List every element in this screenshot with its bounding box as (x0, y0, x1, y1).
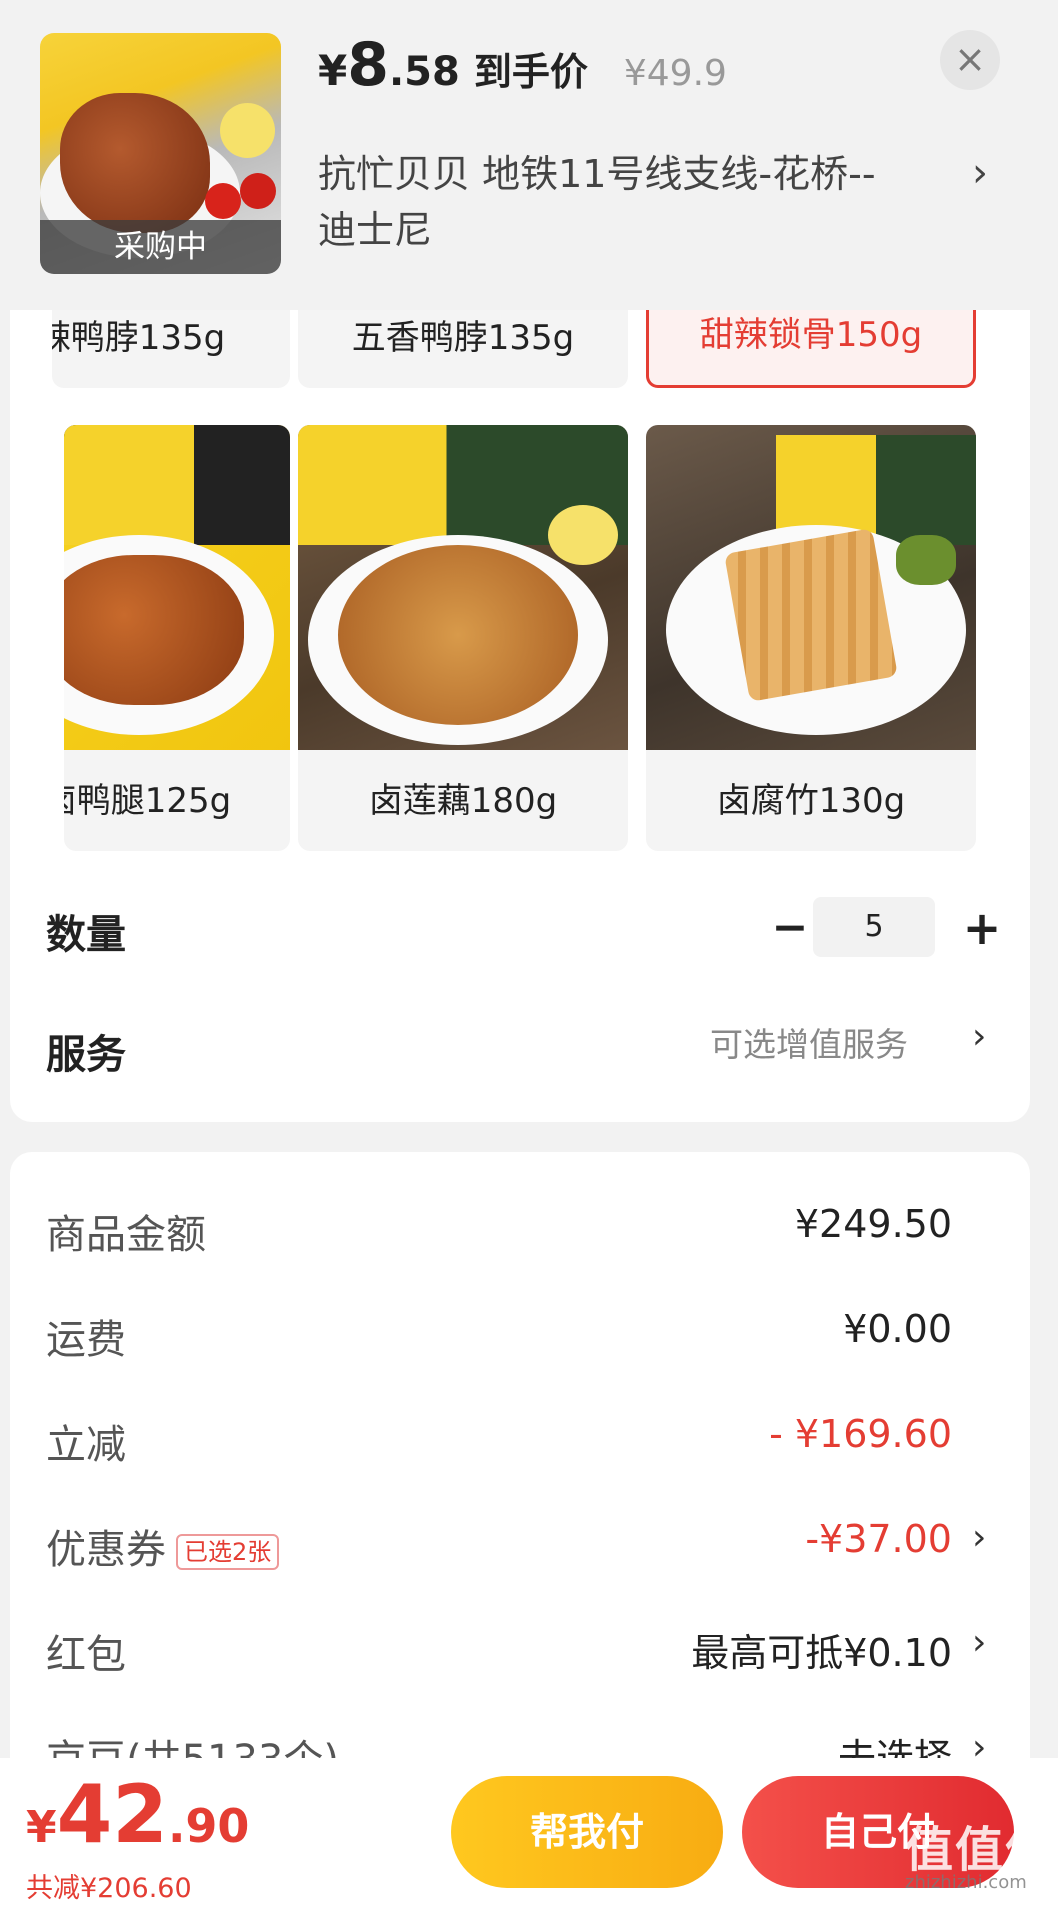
coupon-label: 优惠券 (46, 1527, 166, 1573)
total-currency: ¥ (26, 1802, 57, 1853)
options-card: 辣鸭脖135g 五香鸭脖135g 甜辣锁骨150g 卤鸭腿125g 卤莲藕180… (10, 300, 1030, 1122)
shipping-label: 运费 (46, 1317, 126, 1363)
service-selector[interactable]: 可选增值服务 (710, 1018, 908, 1066)
price-integer: 8 (347, 30, 389, 100)
coupon-value[interactable]: -¥37.00 (805, 1517, 952, 1561)
chevron-right-icon[interactable]: › (972, 150, 988, 196)
instant-discount-label: 立减 (46, 1422, 126, 1468)
price-decimal: .58 (388, 49, 460, 95)
goods-amount-label: 商品金额 (46, 1212, 206, 1258)
food-image (338, 545, 578, 725)
package-image (64, 425, 194, 545)
food-image (64, 555, 244, 705)
close-button[interactable]: × (940, 30, 1000, 90)
goods-amount-value: ¥249.50 (794, 1202, 952, 1246)
variant-tile[interactable]: 卤腐竹130g (646, 425, 976, 851)
thumbnail-lemon (220, 103, 275, 158)
variant-tile[interactable]: 卤莲藕180g (298, 425, 628, 851)
coupon-badge: 已选2张 (176, 1534, 280, 1570)
help-me-pay-button[interactable]: 帮我付 (451, 1776, 723, 1888)
product-image (64, 425, 290, 750)
variant-label: 卤鸭腿125g (64, 781, 232, 821)
final-price: ¥ 8 .58 到手价 ¥49.9 (318, 30, 727, 100)
product-image (298, 425, 628, 750)
quantity-input[interactable]: 5 (813, 897, 935, 957)
chevron-right-icon[interactable]: › (972, 1622, 986, 1663)
garnish-image (896, 535, 956, 585)
watermark: 值值值 (905, 1822, 1056, 1878)
quantity-increase-button[interactable]: + (952, 900, 1012, 960)
shipping-value: ¥0.00 (843, 1307, 952, 1351)
quantity-decrease-button[interactable]: − (760, 900, 820, 960)
variant-label: 卤莲藕180g (368, 781, 558, 821)
lemon-image (548, 505, 618, 565)
red-packet-label: 红包 (46, 1632, 126, 1678)
variant-tile[interactable]: 五香鸭脖135g (298, 300, 628, 388)
thumbnail-tomato (205, 183, 241, 219)
variant-tile-selected[interactable]: 甜辣锁骨150g (646, 300, 976, 388)
variant-tile[interactable]: 卤鸭腿125g (64, 425, 290, 851)
total-price: ¥ 42 .90 (26, 1768, 249, 1861)
coupon-row[interactable]: 优惠券 已选2张 (46, 1517, 280, 1575)
original-price: ¥49.9 (623, 53, 727, 94)
variant-label: 辣鸭脖135g (52, 318, 226, 358)
checkout-bar: ¥ 42 .90 共减¥206.60 帮我付 自己付 (0, 1758, 1058, 1905)
total-decimal: .90 (167, 1799, 250, 1853)
delivery-address[interactable]: 抗忙贝贝 地铁11号线支线-花桥--迪士尼 (318, 146, 908, 258)
food-image (724, 528, 898, 702)
quantity-label: 数量 (46, 912, 126, 958)
thumbnail-caption: 采购中 (40, 220, 281, 274)
thumbnail-food (60, 93, 210, 233)
price-tag: 到手价 (473, 50, 588, 94)
thumbnail-tomato (240, 173, 276, 209)
product-image (646, 425, 976, 750)
total-integer: 42 (56, 1768, 168, 1861)
total-saved: 共减¥206.60 (26, 1873, 192, 1904)
red-packet-value[interactable]: 最高可抵¥0.10 (691, 1622, 952, 1677)
instant-discount-value: - ¥169.60 (769, 1412, 952, 1456)
watermark-url: zhizhizhi.com (905, 1872, 1027, 1893)
product-header: 采购中 ¥ 8 .58 到手价 ¥49.9 × 抗忙贝贝 地铁11号线支线-花桥… (0, 0, 1058, 310)
chevron-right-icon[interactable]: › (972, 1016, 986, 1057)
product-thumbnail[interactable]: 采购中 (40, 33, 281, 274)
service-label: 服务 (46, 1032, 126, 1078)
variant-label: 甜辣锁骨150g (699, 315, 923, 355)
variant-tile[interactable]: 辣鸭脖135g (52, 300, 290, 388)
variant-label: 卤腐竹130g (716, 781, 906, 821)
variant-label: 五香鸭脖135g (351, 318, 575, 358)
chevron-right-icon[interactable]: › (972, 1517, 986, 1558)
price-currency: ¥ (318, 46, 348, 95)
